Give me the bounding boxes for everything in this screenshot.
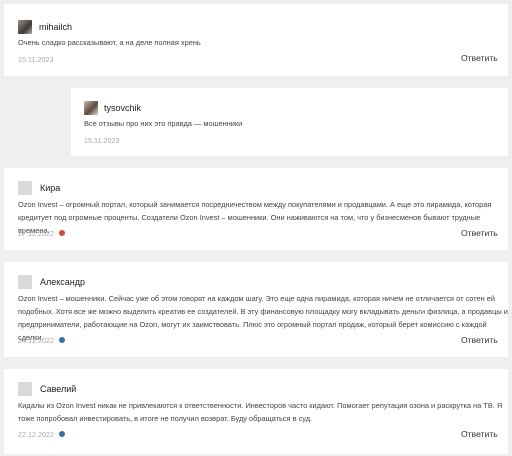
comment-author: tysovchik: [104, 103, 142, 113]
comment-card: mihailch Очень сладко рассказывают, а на…: [4, 4, 508, 76]
comment-author: Савелий: [40, 384, 77, 394]
comment-author: Александр: [40, 277, 86, 287]
avatar: [18, 275, 32, 289]
reply-button[interactable]: Ответить: [461, 429, 498, 439]
comment-text-line: Ozon Invest – огромный портал, который з…: [18, 200, 492, 209]
flag-icon: [59, 230, 65, 236]
comment-text-line: Ozon Invest – мошенники. Сейчас уже об э…: [18, 294, 496, 303]
comment-text-line: Все отзывы про них это правда — мошенник…: [84, 119, 243, 128]
avatar: [18, 20, 32, 34]
reply-button[interactable]: Ответить: [461, 228, 498, 238]
comment-card: Кира Ozon Invest – огромный портал, кото…: [4, 168, 508, 250]
comment-card: Александр Ozon Invest – мошенники. Сейча…: [4, 262, 508, 357]
comment-card: Савелий Кидалы из Ozon Invest никак не п…: [4, 369, 508, 454]
comment-text-line: тоже попробовал инвестировать, в итоге н…: [18, 414, 313, 423]
reply-button[interactable]: Ответить: [461, 53, 498, 63]
comment-text: Ozon Invest – огромный портал, который з…: [18, 198, 508, 237]
comment-author: Кира: [40, 183, 61, 193]
comment-text-line: подобных. Хотя все же можно выделить кре…: [18, 307, 508, 316]
comment-text-line: кредитует под огромные проценты. Создате…: [18, 213, 481, 235]
comment-text-line: Очень сладко рассказывают, а на деле пол…: [18, 38, 201, 47]
comment-author: mihailch: [39, 22, 73, 32]
flag-icon: [59, 431, 65, 437]
flag-icon: [59, 337, 65, 343]
comment-date: 24.12.2022: [18, 336, 54, 345]
comment-date: 22.12.2022: [18, 430, 54, 439]
avatar: [18, 382, 32, 396]
comment-date: 15.11.2023: [18, 55, 54, 64]
comment-text-line: предприниматели, работающие на Ozon, мог…: [18, 320, 487, 342]
avatar: [18, 181, 32, 195]
comment-text: Ozon Invest – мошенники. Сейчас уже об э…: [18, 292, 508, 344]
comment-card-nested: tysovchik Все отзывы про них это правда …: [71, 88, 508, 156]
comment-date: 27.12.2022: [18, 229, 54, 238]
comment-text-line: Кидалы из Ozon Invest никак не привлекаю…: [18, 401, 503, 410]
comment-text: Все отзывы про них это правда — мошенник…: [84, 117, 242, 130]
comment-text: Кидалы из Ozon Invest никак не привлекаю…: [18, 399, 502, 425]
comment-date: 15.11.2023: [84, 136, 120, 145]
comment-text: Очень сладко рассказывают, а на деле пол…: [18, 36, 201, 49]
reply-button[interactable]: Ответить: [461, 335, 498, 345]
avatar: [84, 101, 98, 115]
